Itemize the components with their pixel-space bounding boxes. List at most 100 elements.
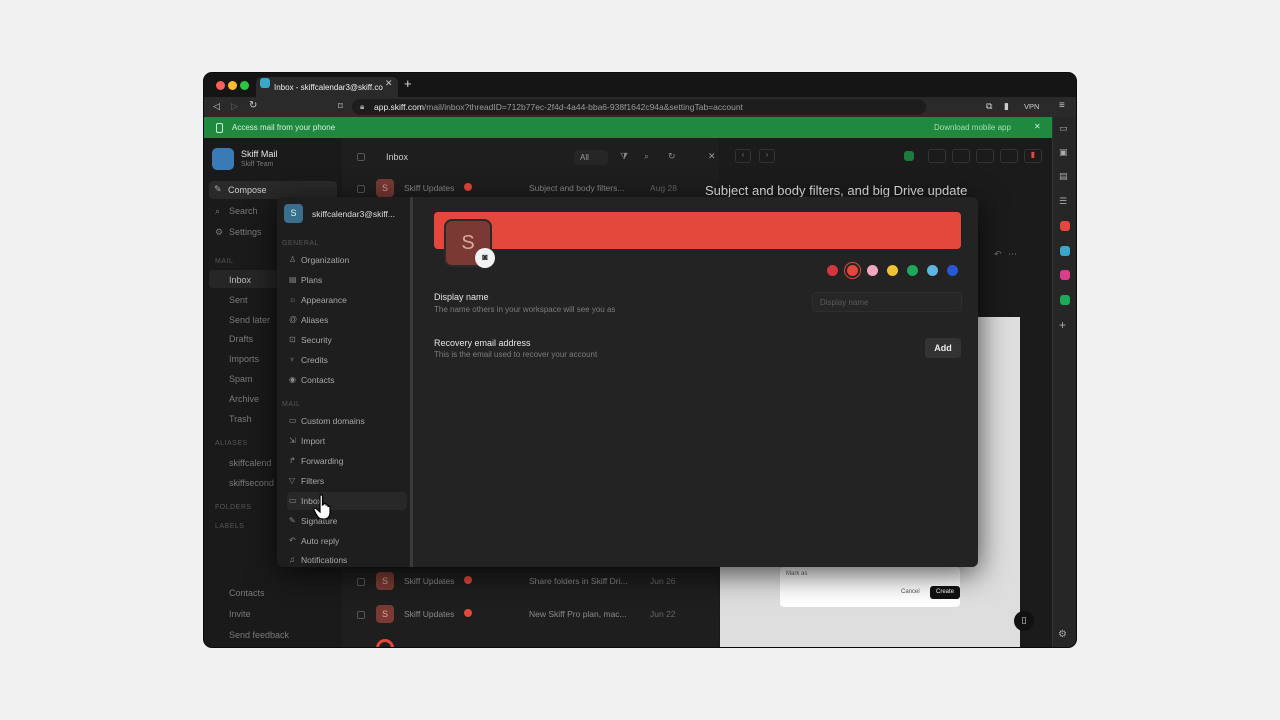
skiff-drive-icon[interactable] [1060, 295, 1070, 305]
reply-icon[interactable]: ↶ [994, 249, 1002, 260]
next-thread-icon[interactable]: › [759, 149, 775, 163]
sidebar-contacts[interactable]: Contacts [229, 588, 265, 598]
sidebar-search[interactable]: Search [229, 206, 258, 216]
sidebar-panel-icon[interactable]: ▭ [1059, 123, 1068, 134]
help-book-icon[interactable]: ▯ [1014, 611, 1034, 631]
reload-icon[interactable]: ↻ [249, 100, 257, 111]
add-recovery-email-button[interactable]: Add [925, 338, 961, 358]
filter-icon[interactable]: ⧩ [620, 151, 628, 162]
sidebar-invite[interactable]: Invite [229, 609, 251, 619]
filter-select[interactable]: All [574, 150, 608, 165]
skiff-calendar-icon[interactable] [1060, 246, 1070, 256]
sidebar-item-send-later[interactable]: Send later [229, 315, 270, 325]
settings-item-inbox[interactable]: ▭ Inbox [287, 492, 407, 510]
app-name: Skiff Mail [241, 149, 278, 159]
sidebar-settings[interactable]: Settings [229, 227, 262, 237]
sidebar-item-archive[interactable]: Archive [229, 394, 259, 404]
maximize-window-icon[interactable] [240, 81, 249, 90]
settings-item-security[interactable]: ⊡ Security [287, 331, 407, 349]
forward-icon[interactable]: ▷ [231, 101, 238, 112]
skiff-pages-icon[interactable] [1060, 270, 1070, 280]
trash-icon[interactable]: ▮ [1024, 149, 1042, 163]
bookmark-icon[interactable]: ⌑ [338, 101, 343, 112]
settings-item-notifications[interactable]: ♫ Notifications [287, 551, 407, 569]
download-app-link[interactable]: Download mobile app [934, 123, 1011, 132]
settings-item-filters[interactable]: ▽ Filters [287, 472, 407, 490]
gear-icon[interactable]: ⚙ [1058, 629, 1067, 640]
account-email[interactable]: skiffcalendar3@skiff... [312, 209, 395, 219]
settings-icon[interactable]: ⚙ [215, 227, 223, 238]
camera-icon[interactable]: ◙ [475, 248, 495, 268]
archive-icon[interactable] [976, 149, 994, 163]
color-swatch[interactable] [887, 265, 898, 276]
row-checkbox[interactable] [357, 611, 365, 619]
vpn-button[interactable]: VPN [1024, 102, 1039, 111]
sidebar-item-inbox[interactable]: Inbox [229, 275, 251, 285]
skiff-app-icon[interactable] [1060, 221, 1070, 231]
prev-thread-icon[interactable]: ‹ [735, 149, 751, 163]
wallet-icon[interactable]: ▣ [1059, 147, 1068, 158]
recovery-email-description: This is the email used to recover your a… [434, 350, 598, 359]
row-checkbox[interactable] [357, 185, 365, 193]
color-swatch[interactable] [827, 265, 838, 276]
domain-icon: ▭ [289, 416, 297, 425]
settings-item-plans[interactable]: ▤ Plans [287, 271, 407, 289]
preview-row: Mark as [786, 571, 808, 577]
settings-item-appearance[interactable]: ☼ Appearance [287, 291, 407, 309]
browser-tab[interactable]: Inbox - skiffcalendar3@skiff.co [256, 77, 398, 97]
sidebar-item-trash[interactable]: Trash [229, 414, 252, 424]
settings-item-organization[interactable]: ♙ Organization [287, 251, 407, 269]
sidebar-item-spam[interactable]: Spam [229, 374, 253, 384]
back-icon[interactable]: ◁ [213, 101, 220, 112]
sidebar-feedback[interactable]: Send feedback [229, 630, 289, 640]
search-icon[interactable]: ⌕ [215, 206, 220, 217]
color-swatch[interactable] [927, 265, 938, 276]
new-tab-icon[interactable]: + [404, 76, 412, 91]
display-name-input[interactable]: Display name [812, 292, 962, 312]
list-search-icon[interactable]: ⌕ [644, 151, 649, 162]
settings-item-auto-reply[interactable]: ↶ Auto reply [287, 532, 407, 550]
menu-icon[interactable]: ≡ [1059, 100, 1065, 111]
item-label: Plans [301, 275, 323, 285]
list-item[interactable]: S Skiff Updates New Skiff Pro plan, mac.… [354, 603, 699, 631]
sidebar-item-sent[interactable]: Sent [229, 295, 248, 305]
reading-list-icon[interactable]: ☰ [1059, 196, 1067, 207]
settings-item-aliases[interactable]: @ Aliases [287, 311, 407, 329]
sidebar-item-imports[interactable]: Imports [229, 354, 259, 364]
label-icon[interactable] [928, 149, 946, 163]
sidebar-toggle-icon[interactable]: ▮ [1004, 101, 1009, 112]
url-field[interactable]: 🔒︎ app.skiff.com/mail/inbox?threadID=712… [352, 99, 926, 115]
settings-item-credits[interactable]: ♆ Credits [287, 351, 407, 369]
settings-item-custom-domains[interactable]: ▭ Custom domains [287, 412, 407, 430]
list-item[interactable]: S Skiff Updates Share folders in Skiff D… [354, 570, 699, 598]
extensions-icon[interactable]: ⧉ [986, 101, 992, 112]
bookmarks-icon[interactable]: ▤ [1059, 171, 1068, 182]
settings-item-contacts[interactable]: ◉ Contacts [287, 371, 407, 389]
select-all-checkbox[interactable] [357, 153, 365, 161]
color-swatch[interactable] [907, 265, 918, 276]
row-checkbox[interactable] [357, 578, 365, 586]
sidebar-item-drafts[interactable]: Drafts [229, 334, 253, 344]
close-banner-icon[interactable]: ✕ [1034, 122, 1041, 131]
color-swatch[interactable] [947, 265, 958, 276]
alias-item[interactable]: skiffcalend [229, 458, 271, 468]
workspace-name: Skiff Team [241, 161, 274, 168]
settings-item-forwarding[interactable]: ↱ Forwarding [287, 452, 407, 470]
close-tab-icon[interactable]: ✕ [385, 78, 393, 89]
row-sender: Skiff Updates [404, 183, 455, 193]
close-window-icon[interactable] [216, 81, 225, 90]
refresh-icon[interactable]: ↻ [668, 151, 676, 162]
alias-item[interactable]: skiffsecond [229, 478, 274, 488]
color-swatch[interactable] [867, 265, 878, 276]
more-options-icon[interactable]: ⋯ [1008, 249, 1017, 260]
color-swatch[interactable] [847, 265, 858, 276]
minimize-window-icon[interactable] [228, 81, 237, 90]
spam-icon[interactable] [1000, 149, 1018, 163]
settings-item-signature[interactable]: ✎ Signature [287, 512, 407, 530]
add-panel-icon[interactable]: + [1059, 318, 1066, 332]
shield-icon[interactable] [904, 151, 914, 161]
sun-icon: ☼ [289, 295, 297, 304]
move-folder-icon[interactable] [952, 149, 970, 163]
close-thread-icon[interactable]: ✕ [708, 151, 716, 162]
settings-item-import[interactable]: ⇲ Import [287, 432, 407, 450]
